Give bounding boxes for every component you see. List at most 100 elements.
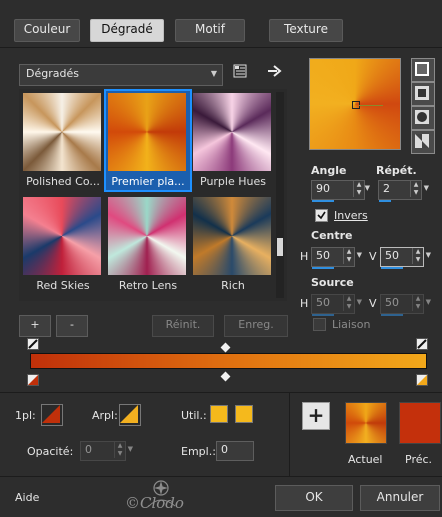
link-checkbox[interactable]	[313, 318, 326, 331]
ok-button[interactable]: OK	[275, 485, 353, 511]
remove-gradient-button[interactable]: -	[56, 315, 88, 337]
save-gradient-button[interactable]: Enreg.	[224, 315, 288, 337]
center-h-dropdown[interactable]: ▼	[354, 247, 364, 265]
color-midpoint-marker[interactable]	[220, 371, 231, 382]
util-label: Util.:	[181, 409, 207, 422]
angle-line	[359, 105, 383, 106]
angle-label: Angle	[311, 164, 347, 177]
chevron-down-icon: ▼	[423, 184, 429, 192]
gallery-thumb	[193, 93, 271, 171]
angle-stepper[interactable]: ▲ ▼	[353, 181, 364, 197]
center-v-dropdown[interactable]: ▼	[423, 247, 433, 265]
cancel-button[interactable]: Annuler	[360, 485, 440, 511]
opacity-stop-icon	[28, 339, 38, 349]
help-label[interactable]: Aide	[15, 491, 39, 504]
source-h-dropdown[interactable]: ▼	[354, 294, 364, 312]
source-h-input[interactable]: 50 ▲ ▼	[311, 294, 355, 316]
vertical-divider	[289, 392, 290, 476]
arrow-right-icon[interactable]	[267, 64, 283, 78]
tab-motif[interactable]: Motif	[175, 19, 245, 42]
gallery-item-purple-hues[interactable]: Purple Hues	[191, 91, 275, 190]
source-v-bar	[381, 314, 403, 316]
previous-color-swatch[interactable]	[399, 402, 441, 444]
source-label: Source	[311, 276, 354, 289]
gallery-item-retro-lens[interactable]: Retro Lens	[106, 195, 190, 294]
center-h-value: 50	[316, 249, 330, 262]
color-triangle-icon	[120, 405, 138, 423]
gallery-scrollbar[interactable]	[276, 92, 284, 298]
center-label: Centre	[311, 229, 353, 242]
location-label: Empl.:	[181, 445, 216, 458]
rectangular-style-icon[interactable]	[411, 82, 435, 106]
section-divider	[0, 392, 442, 393]
util-color-swatch-2[interactable]	[235, 405, 253, 423]
angle-dropdown[interactable]: ▼	[364, 180, 372, 198]
location-input[interactable]: 0	[216, 441, 254, 461]
add-color-button[interactable]: +	[302, 402, 330, 430]
add-gradient-button[interactable]: +	[19, 315, 51, 337]
tab-couleur[interactable]: Couleur	[14, 19, 80, 42]
bg-plane-swatch[interactable]	[119, 404, 141, 426]
scrollbar-thumb[interactable]	[277, 238, 283, 256]
center-v-stepper[interactable]: ▲ ▼	[412, 248, 423, 264]
repeat-stepper[interactable]: ▲ ▼	[410, 181, 421, 197]
gallery-item-polished[interactable]: Polished Co...	[21, 91, 105, 190]
center-h-label: H	[300, 250, 309, 263]
chevron-down-icon: ▼	[425, 251, 431, 259]
gallery-label: Polished Co...	[26, 175, 100, 188]
linear-style-icon[interactable]	[411, 58, 435, 82]
chevron-down-icon: ▼	[425, 298, 431, 306]
location-value: 0	[221, 443, 228, 456]
opacity-stepper[interactable]: ▲ ▼	[114, 442, 125, 458]
color-triangle-icon	[42, 405, 60, 423]
reset-button[interactable]: Réinit.	[152, 315, 214, 337]
gallery-item-rich[interactable]: Rich	[191, 195, 275, 294]
gallery-label: Premier pla...	[111, 175, 185, 188]
gallery-item-red-skies[interactable]: Red Skies	[21, 195, 105, 294]
gallery-thumb	[193, 197, 271, 275]
source-h-stepper[interactable]: ▲ ▼	[343, 295, 354, 311]
center-h-input[interactable]: 50 ▲ ▼	[311, 247, 355, 269]
gradient-preview[interactable]	[309, 58, 401, 150]
invert-checkbox[interactable]	[315, 209, 328, 222]
opacity-midpoint-marker[interactable]	[220, 342, 231, 353]
gallery-item-premier-plan[interactable]: Premier pla...	[104, 89, 192, 192]
util-color-swatch[interactable]	[210, 405, 228, 423]
center-v-value: 50	[385, 249, 399, 262]
current-gradient-swatch[interactable]	[345, 402, 387, 444]
opacity-label: Opacité:	[27, 445, 74, 458]
opacity-dropdown[interactable]: ▼	[125, 441, 135, 459]
center-h-stepper[interactable]: ▲ ▼	[343, 248, 354, 264]
color-stop-start[interactable]	[27, 374, 39, 386]
first-plane-swatch[interactable]	[41, 404, 63, 426]
gradient-bar[interactable]	[30, 353, 427, 369]
gallery-thumb	[108, 197, 186, 275]
previous-label: Préc.	[405, 453, 433, 466]
top-right-marker[interactable]	[416, 338, 428, 350]
repeat-dropdown[interactable]: ▼	[421, 180, 431, 198]
tab-texture[interactable]: Texture	[269, 19, 343, 42]
tab-degrade[interactable]: Dégradé	[90, 19, 164, 42]
center-v-bar	[381, 267, 403, 269]
gallery-label: Rich	[221, 279, 245, 292]
list-icon[interactable]	[233, 64, 247, 78]
gallery-label: Purple Hues	[200, 175, 266, 188]
source-h-label: H	[300, 297, 309, 310]
source-v-input[interactable]: 50 ▲ ▼	[380, 294, 424, 316]
color-stop-end[interactable]	[416, 374, 428, 386]
current-label: Actuel	[348, 453, 383, 466]
repeat-input[interactable]: 2 ▲ ▼	[378, 180, 422, 202]
opacity-input[interactable]: 0 ▲ ▼	[80, 441, 126, 461]
source-v-dropdown[interactable]: ▼	[423, 294, 433, 312]
sunburst-style-icon[interactable]	[411, 130, 435, 154]
angle-input[interactable]: 90 ▲ ▼	[311, 180, 365, 202]
radial-style-icon[interactable]	[411, 106, 435, 130]
top-left-marker[interactable]	[27, 338, 39, 350]
angle-bar	[312, 200, 334, 202]
watermark-logo: ©Clodo	[107, 476, 217, 516]
checkmark-icon	[317, 211, 326, 220]
source-v-stepper[interactable]: ▲ ▼	[412, 295, 423, 311]
color-stop-icon	[417, 375, 427, 385]
category-select[interactable]: Dégradés ▼	[19, 64, 223, 86]
center-v-input[interactable]: 50 ▲ ▼	[380, 247, 424, 269]
